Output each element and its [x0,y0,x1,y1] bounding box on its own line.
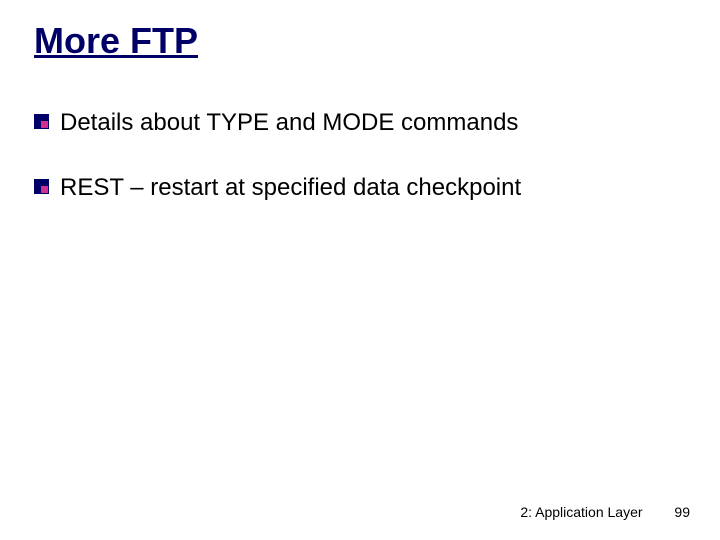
bullet-text: REST – restart at specified data checkpo… [60,174,521,201]
list-item: Details about TYPE and MODE commands [34,108,686,139]
slide: More FTP Details about TYPE and MODE com… [0,0,720,540]
page-title: More FTP [34,20,686,62]
chapter-label: 2: Application Layer [520,504,642,520]
page-number: 99 [674,504,690,520]
slide-footer: 2: Application Layer 99 [520,504,690,520]
bullet-icon [34,179,49,194]
list-item: REST – restart at specified data checkpo… [34,173,686,204]
bullet-text: Details about TYPE and MODE commands [60,109,518,136]
bullet-list: Details about TYPE and MODE commands RES… [34,108,686,203]
bullet-icon [34,114,49,129]
